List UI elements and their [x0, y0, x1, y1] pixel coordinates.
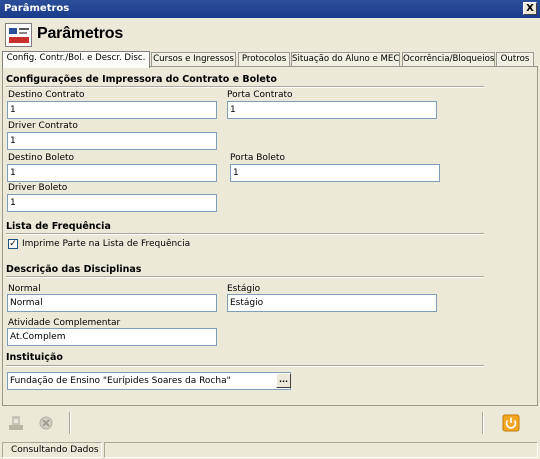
- status-pane-empty: [104, 442, 538, 458]
- driver-boleto-field[interactable]: 1: [7, 194, 217, 212]
- normal-label: Normal: [8, 284, 41, 294]
- section-divider: [6, 276, 484, 278]
- page-title: Parâmetros: [37, 25, 124, 42]
- destino-boleto-field[interactable]: 1: [7, 164, 217, 182]
- driver-contrato-field[interactable]: 1: [7, 132, 217, 150]
- close-button[interactable]: X: [523, 2, 537, 15]
- toolbar-separator: [69, 412, 71, 434]
- section-disciplinas-title: Descrição das Disciplinas: [6, 264, 142, 275]
- tab-protocolos[interactable]: Protocolos: [238, 52, 290, 67]
- destino-boleto-label: Destino Boleto: [8, 153, 75, 163]
- toolbar: [0, 406, 540, 440]
- exit-icon[interactable]: [502, 414, 520, 432]
- section-divider: [6, 365, 484, 367]
- toolbar-separator: [482, 412, 484, 434]
- estagio-field[interactable]: Estágio: [227, 294, 437, 312]
- header: Parâmetros: [0, 18, 540, 50]
- tab-outros[interactable]: Outros: [496, 52, 534, 67]
- atividade-complementar-label: Atividade Complementar: [8, 318, 121, 328]
- normal-field[interactable]: Normal: [7, 294, 217, 312]
- porta-boleto-field[interactable]: 1: [230, 164, 440, 182]
- tab-ocorrencia-bloqueios[interactable]: Ocorrência/Bloqueios: [402, 52, 495, 67]
- section-divider: [6, 233, 484, 235]
- driver-contrato-label: Driver Contrato: [8, 121, 78, 131]
- porta-boleto-label: Porta Boleto: [230, 153, 285, 163]
- section-divider: [6, 86, 484, 88]
- save-icon[interactable]: [7, 414, 25, 432]
- tab-situacao-aluno-mec[interactable]: Situação do Aluno e MEC: [291, 52, 400, 67]
- tab-cursos-ingressos[interactable]: Cursos e Ingressos: [151, 52, 236, 67]
- window-title: Parâmetros: [4, 3, 70, 14]
- imprime-parte-checkbox[interactable]: ✓: [8, 239, 18, 249]
- cancel-icon[interactable]: [37, 414, 55, 432]
- atividade-complementar-field[interactable]: At.Complem: [7, 328, 217, 346]
- instituicao-field[interactable]: Fundação de Ensino "Eurípides Soares da …: [7, 372, 291, 390]
- porta-contrato-label: Porta Contrato: [227, 90, 293, 100]
- imprime-parte-label[interactable]: Imprime Parte na Lista de Frequência: [22, 239, 190, 249]
- app-logo-icon: [5, 23, 32, 47]
- status-text: Consultando Dados: [2, 442, 102, 458]
- window-titlebar: Parâmetros X: [0, 0, 540, 18]
- porta-contrato-field[interactable]: 1: [227, 101, 437, 119]
- estagio-label: Estágio: [227, 284, 261, 294]
- driver-boleto-label: Driver Boleto: [8, 183, 68, 193]
- tab-config-contrato-boleto[interactable]: Config. Contr./Bol. e Descr. Disc.: [2, 51, 150, 68]
- destino-contrato-field[interactable]: 1: [7, 101, 217, 119]
- instituicao-lookup-button[interactable]: ...: [276, 373, 291, 388]
- section-frequencia-title: Lista de Frequência: [6, 221, 111, 232]
- section-instituicao-title: Instituição: [6, 352, 63, 363]
- status-bar: Consultando Dados: [0, 441, 540, 459]
- destino-contrato-label: Destino Contrato: [8, 90, 85, 100]
- section-printer-title: Configurações de Impressora do Contrato …: [6, 74, 277, 85]
- tab-bar: Config. Contr./Bol. e Descr. Disc. Curso…: [2, 51, 538, 68]
